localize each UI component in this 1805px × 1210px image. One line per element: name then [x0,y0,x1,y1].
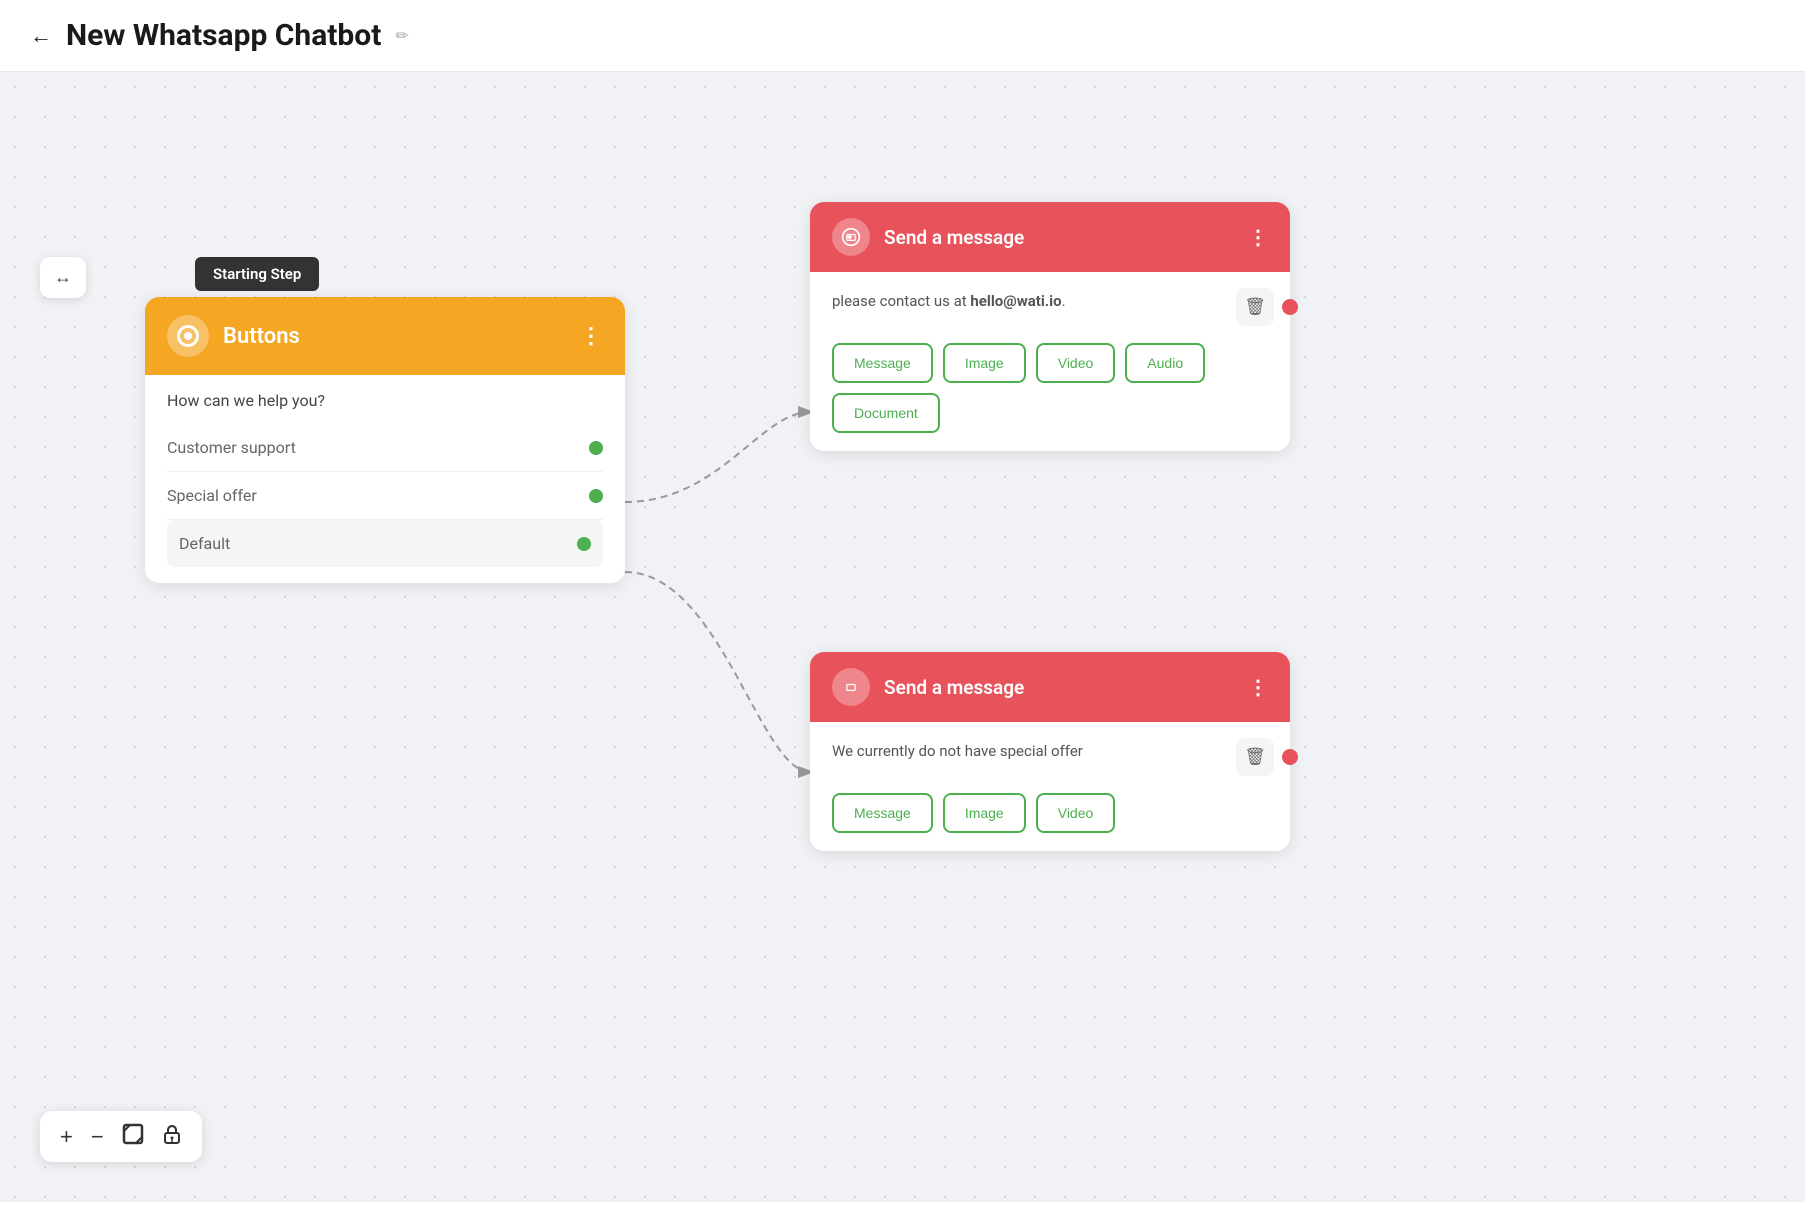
send-card-1: Send a message ⋮ please contact us at he… [810,202,1290,451]
trash-button-1[interactable]: 🗑 [1236,288,1274,326]
send-icon-1 [832,218,870,256]
button-row-default[interactable]: Default [167,520,603,567]
button-row-customer-support[interactable]: Customer support [167,424,603,472]
send-title-1: Send a message [884,226,1234,249]
action-audio-1[interactable]: Audio [1125,343,1205,383]
node-body: How can we help you? Customer support Sp… [145,375,625,583]
red-dot-1 [1282,299,1298,315]
resize-button[interactable]: ↔ [40,257,86,298]
node-question: How can we help you? [167,391,603,410]
customer-support-dot [589,441,603,455]
send-actions-2: Message Image Video [810,793,1290,851]
trash-button-2[interactable]: 🗑 [1236,738,1274,776]
action-document-1[interactable]: Document [832,393,940,433]
buttons-node-card: Buttons ⋮ How can we help you? Customer … [145,297,625,583]
button-row-special-offer[interactable]: Special offer [167,472,603,520]
page-title: New Whatsapp Chatbot [66,18,381,53]
zoom-out-button[interactable]: − [91,1124,104,1150]
buttons-icon [167,315,209,357]
back-button[interactable]: ← [30,23,52,49]
node-menu-icon[interactable]: ⋮ [580,324,603,349]
radio-icon [177,325,199,347]
fit-icon[interactable] [122,1123,144,1150]
node-header: Buttons ⋮ [145,297,625,375]
zoom-controls: + − [40,1111,202,1162]
send-message-bold-1: hello@wati.io [970,292,1061,310]
send-message-1: please contact us at hello@wati.io. [832,290,1268,313]
send-body-1: please contact us at hello@wati.io. 🗑 [810,272,1290,343]
send-header-2: Send a message ⋮ [810,652,1290,722]
red-dot-2 [1282,749,1298,765]
default-dot [577,537,591,551]
header: ← New Whatsapp Chatbot ✏ [0,0,1805,72]
starting-step-label: Starting Step [195,257,319,291]
send-card-2: Send a message ⋮ We currently do not hav… [810,652,1290,851]
default-label: Default [179,534,230,553]
node-title: Buttons [223,324,566,349]
zoom-in-button[interactable]: + [60,1124,73,1150]
action-message-1[interactable]: Message [832,343,933,383]
send-actions-1: Message Image Video Audio Document [810,343,1290,451]
action-image-2[interactable]: Image [943,793,1026,833]
canvas: ↔ Starting Step Buttons ⋮ How can we hel… [0,72,1805,1202]
send-icon-2 [832,668,870,706]
edit-icon[interactable]: ✏ [395,26,408,45]
send-body-2: We currently do not have special offer 🗑 [810,722,1290,793]
action-video-1[interactable]: Video [1036,343,1116,383]
action-image-1[interactable]: Image [943,343,1026,383]
customer-support-label: Customer support [167,438,296,457]
action-video-2[interactable]: Video [1036,793,1116,833]
send-menu-2[interactable]: ⋮ [1248,675,1268,699]
send-header-1: Send a message ⋮ [810,202,1290,272]
send-menu-1[interactable]: ⋮ [1248,225,1268,249]
special-offer-dot [589,489,603,503]
lock-icon[interactable] [162,1123,182,1150]
send-message-2: We currently do not have special offer [832,740,1268,763]
special-offer-label: Special offer [167,486,257,505]
send-title-2: Send a message [884,676,1234,699]
action-message-2[interactable]: Message [832,793,933,833]
